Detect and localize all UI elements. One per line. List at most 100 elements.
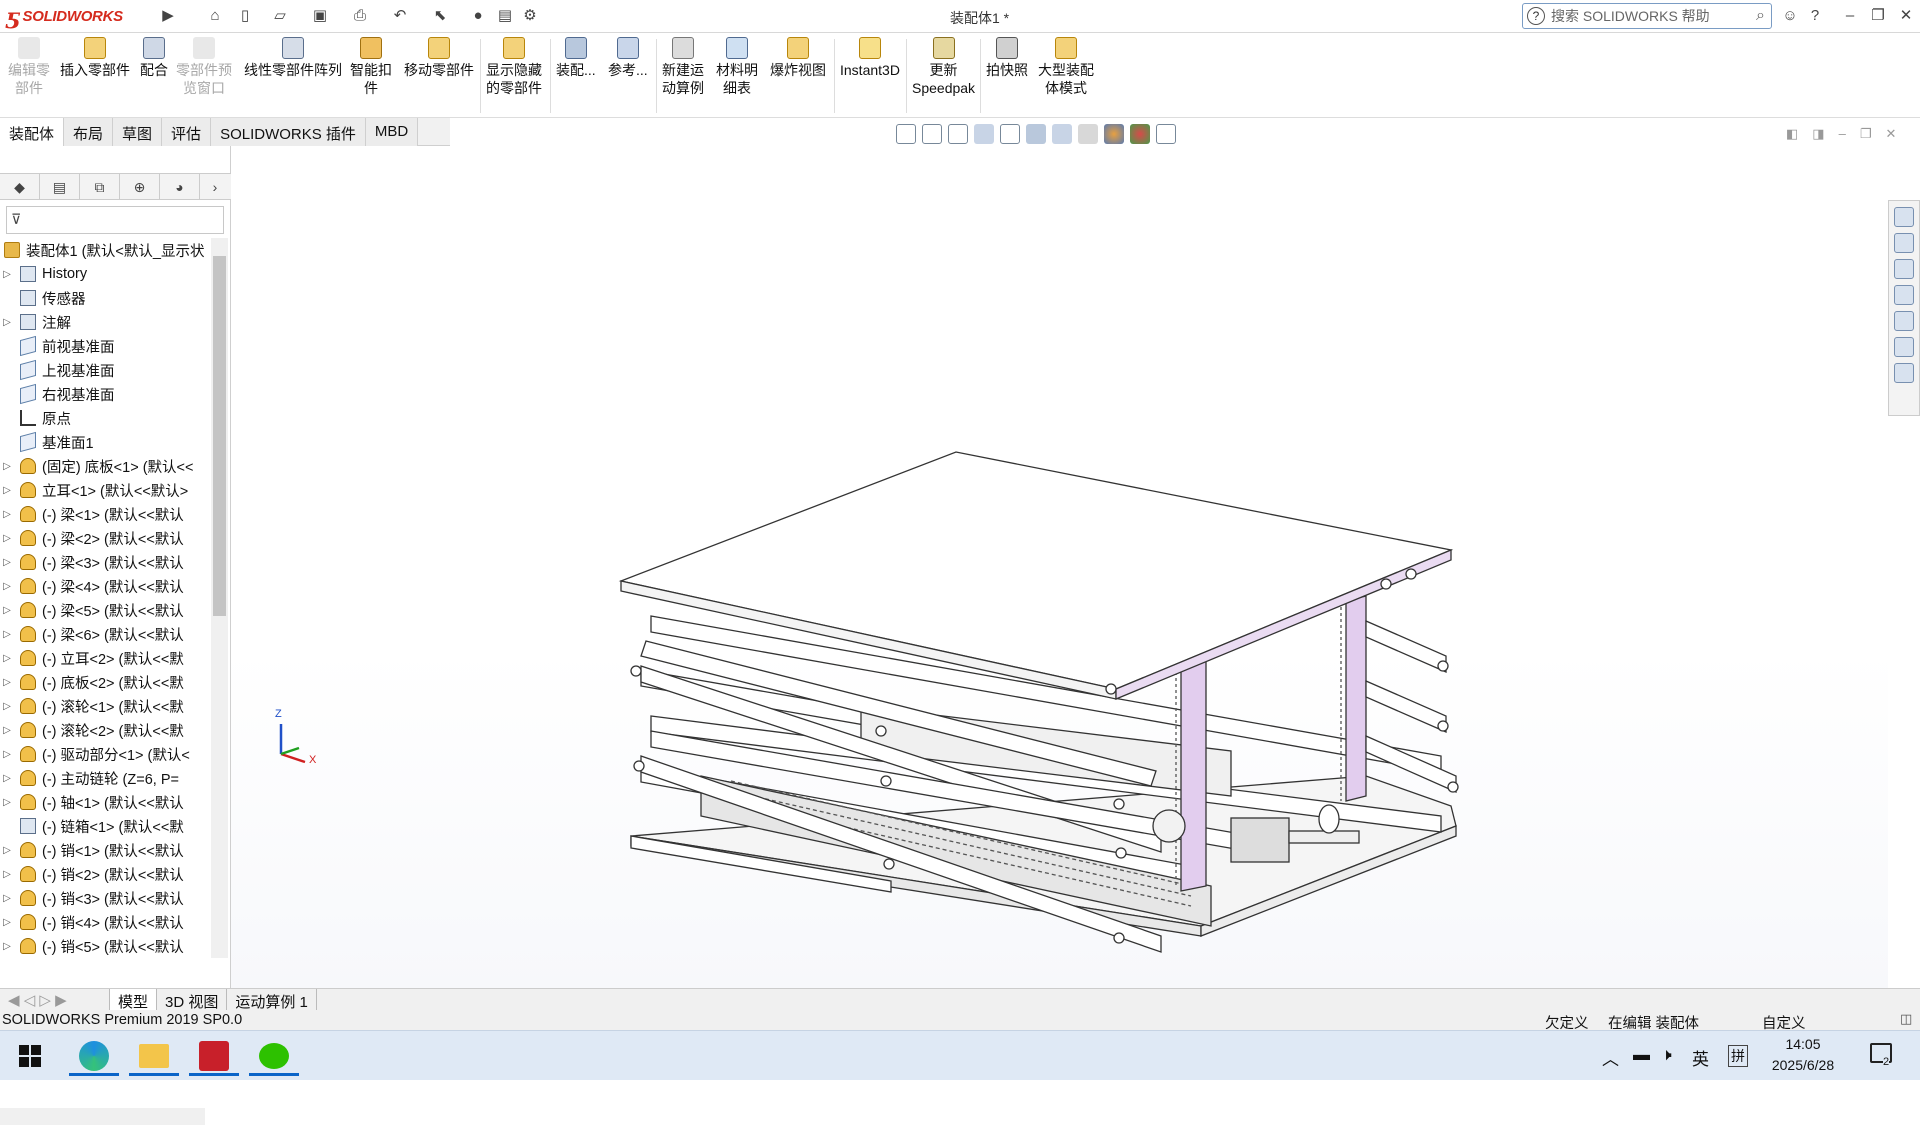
- tree-item[interactable]: 基准面1: [0, 430, 210, 454]
- taskbar-solidworks[interactable]: [186, 1035, 242, 1077]
- tab-mbd[interactable]: MBD: [365, 118, 419, 146]
- edit-component-button[interactable]: 编辑零 部件: [8, 37, 50, 97]
- exploded-view-button[interactable]: 爆炸视图: [770, 37, 826, 79]
- expand-arrow-icon[interactable]: ▷: [0, 701, 14, 712]
- tree-item[interactable]: (-) 链箱<1> (默认<<默: [0, 814, 210, 838]
- solidworks-resources-icon[interactable]: [1894, 207, 1914, 227]
- expand-arrow-icon[interactable]: ▷: [0, 677, 14, 688]
- expand-arrow-icon[interactable]: ▷: [0, 485, 14, 496]
- mate-button[interactable]: 配合: [140, 37, 168, 79]
- zoom-to-area-icon[interactable]: [922, 124, 942, 144]
- tree-horizontal-scrollbar[interactable]: [0, 1108, 205, 1125]
- expand-arrow-icon[interactable]: ▷: [0, 509, 14, 520]
- tree-item[interactable]: ▷ (-) 轴<1> (默认<<默认: [0, 790, 210, 814]
- tree-item[interactable]: ▷ (-) 梁<3> (默认<<默认: [0, 550, 210, 574]
- expand-arrow-icon[interactable]: ▷: [0, 557, 14, 568]
- tree-item[interactable]: ▷ History: [0, 262, 210, 286]
- tile-left-icon[interactable]: ◧: [1786, 126, 1798, 142]
- tree-item[interactable]: ▷ (-) 销<3> (默认<<默认: [0, 886, 210, 910]
- tree-filter-input[interactable]: ⊽: [6, 206, 224, 234]
- linear-pattern-button[interactable]: 线性零部件阵列: [244, 37, 342, 79]
- graphics-area[interactable]: Z X: [231, 146, 1888, 988]
- expand-arrow-icon[interactable]: ▷: [0, 317, 14, 328]
- help-search-input[interactable]: ? 搜索 SOLIDWORKS 帮助 ⌕: [1522, 3, 1772, 29]
- tab-evaluate[interactable]: 评估: [162, 118, 212, 146]
- expand-arrow-icon[interactable]: ▷: [0, 749, 14, 760]
- undo-icon[interactable]: ↶: [390, 6, 410, 26]
- more-tabs-chevron-icon[interactable]: ›: [200, 174, 230, 200]
- expand-arrow-icon[interactable]: ▷: [0, 533, 14, 544]
- close-icon[interactable]: ✕: [1896, 6, 1916, 26]
- tree-item[interactable]: ▷ (-) 梁<6> (默认<<默认: [0, 622, 210, 646]
- file-properties-icon[interactable]: ▤: [495, 6, 515, 26]
- zoom-to-fit-icon[interactable]: [896, 124, 916, 144]
- apply-scene-icon[interactable]: [1130, 124, 1150, 144]
- scissor-lift-model[interactable]: [231, 146, 1888, 988]
- tree-item[interactable]: ▷ (-) 梁<1> (默认<<默认: [0, 502, 210, 526]
- search-icon[interactable]: ⌕: [1756, 7, 1765, 25]
- tree-item[interactable]: ▷ (-) 梁<2> (默认<<默认: [0, 526, 210, 550]
- system-clock[interactable]: 14:05 2025/6/28: [1758, 1034, 1848, 1076]
- custom-properties-icon[interactable]: [1894, 337, 1914, 357]
- configurationmanager-tab-icon[interactable]: ⧉: [80, 174, 120, 200]
- minimize-icon[interactable]: –: [1840, 6, 1860, 26]
- new-motion-study-button[interactable]: 新建运 动算例: [662, 37, 704, 97]
- expand-arrow-icon[interactable]: ▷: [0, 653, 14, 664]
- rebuild-icon[interactable]: ●: [468, 6, 488, 26]
- battery-icon[interactable]: ▬: [1633, 1045, 1650, 1065]
- expand-arrow-icon[interactable]: ▷: [0, 773, 14, 784]
- taskbar-edge[interactable]: [66, 1035, 122, 1077]
- tree-item[interactable]: ▷ (-) 驱动部分<1> (默认<: [0, 742, 210, 766]
- expand-arrow-icon[interactable]: ▷: [0, 461, 14, 472]
- tree-vertical-scrollbar[interactable]: [211, 238, 228, 958]
- taskbar-wechat[interactable]: [246, 1035, 302, 1077]
- tree-item[interactable]: ▷ (-) 主动链轮 (Z=6, P=: [0, 766, 210, 790]
- expand-arrow-icon[interactable]: ▷: [0, 917, 14, 928]
- tree-item[interactable]: ▷ (-) 梁<4> (默认<<默认: [0, 574, 210, 598]
- tab-motion-study[interactable]: 运动算例 1: [227, 989, 317, 1011]
- dimxpert-tab-icon[interactable]: ⊕: [120, 174, 160, 200]
- print-icon[interactable]: ⎙: [350, 6, 370, 26]
- tab-sketch[interactable]: 草图: [113, 118, 163, 146]
- tree-item[interactable]: ▷ (固定) 底板<1> (默认<<: [0, 454, 210, 478]
- doc-minimize-icon[interactable]: –: [1839, 126, 1846, 142]
- bill-of-materials-button[interactable]: 材料明 细表: [716, 37, 758, 97]
- home-icon[interactable]: ⌂: [205, 6, 225, 26]
- view-settings-icon[interactable]: [1156, 124, 1176, 144]
- help-icon[interactable]: ?: [1805, 6, 1825, 26]
- take-snapshot-button[interactable]: 拍快照: [986, 37, 1028, 79]
- menu-expand-icon[interactable]: ▶: [158, 6, 178, 26]
- tree-item[interactable]: ▷ (-) 销<4> (默认<<默认: [0, 910, 210, 934]
- tab-addins[interactable]: SOLIDWORKS 插件: [211, 118, 366, 146]
- expand-arrow-icon[interactable]: ▷: [0, 269, 14, 280]
- dynamic-annotation-icon[interactable]: [1000, 124, 1020, 144]
- file-explorer-icon[interactable]: [1894, 259, 1914, 279]
- previous-view-icon[interactable]: [948, 124, 968, 144]
- tab-assembly[interactable]: 装配体: [0, 118, 65, 146]
- expand-arrow-icon[interactable]: ▷: [0, 941, 14, 952]
- solidworks-logo[interactable]: ƽ SOLIDWORKS: [6, 3, 154, 30]
- appearances-icon[interactable]: [1894, 311, 1914, 331]
- tree-root[interactable]: 装配体1 (默认<默认_显示状: [0, 238, 210, 262]
- tooltip-icon[interactable]: ◫: [1900, 1011, 1912, 1027]
- large-assembly-mode-button[interactable]: 大型装配 体模式: [1038, 37, 1094, 97]
- show-hidden-components-button[interactable]: 显示隐藏 的零部件: [486, 37, 542, 97]
- doc-close-icon[interactable]: ✕: [1885, 126, 1896, 142]
- expand-arrow-icon[interactable]: ▷: [0, 845, 14, 856]
- solidworks-forum-icon[interactable]: [1894, 363, 1914, 383]
- reference-geometry-button[interactable]: 参考...: [608, 37, 648, 79]
- instant3d-button[interactable]: Instant3D: [840, 37, 900, 79]
- open-icon[interactable]: ▱: [270, 6, 290, 26]
- hide-show-items-icon[interactable]: [1078, 124, 1098, 144]
- display-style-icon[interactable]: [1052, 124, 1072, 144]
- save-icon[interactable]: ▣: [310, 6, 330, 26]
- tree-item[interactable]: ▷ (-) 梁<5> (默认<<默认: [0, 598, 210, 622]
- displaymanager-tab-icon[interactable]: ◕: [160, 174, 200, 200]
- taskbar-file-explorer[interactable]: [126, 1035, 182, 1077]
- restore-icon[interactable]: ❐: [1868, 6, 1888, 26]
- tree-item[interactable]: ▷ 立耳<1> (默认<<默认>: [0, 478, 210, 502]
- design-library-icon[interactable]: [1894, 233, 1914, 253]
- tree-item[interactable]: 原点: [0, 406, 210, 430]
- section-view-icon[interactable]: [974, 124, 994, 144]
- tree-item[interactable]: ▷ (-) 销<5> (默认<<默认: [0, 934, 210, 958]
